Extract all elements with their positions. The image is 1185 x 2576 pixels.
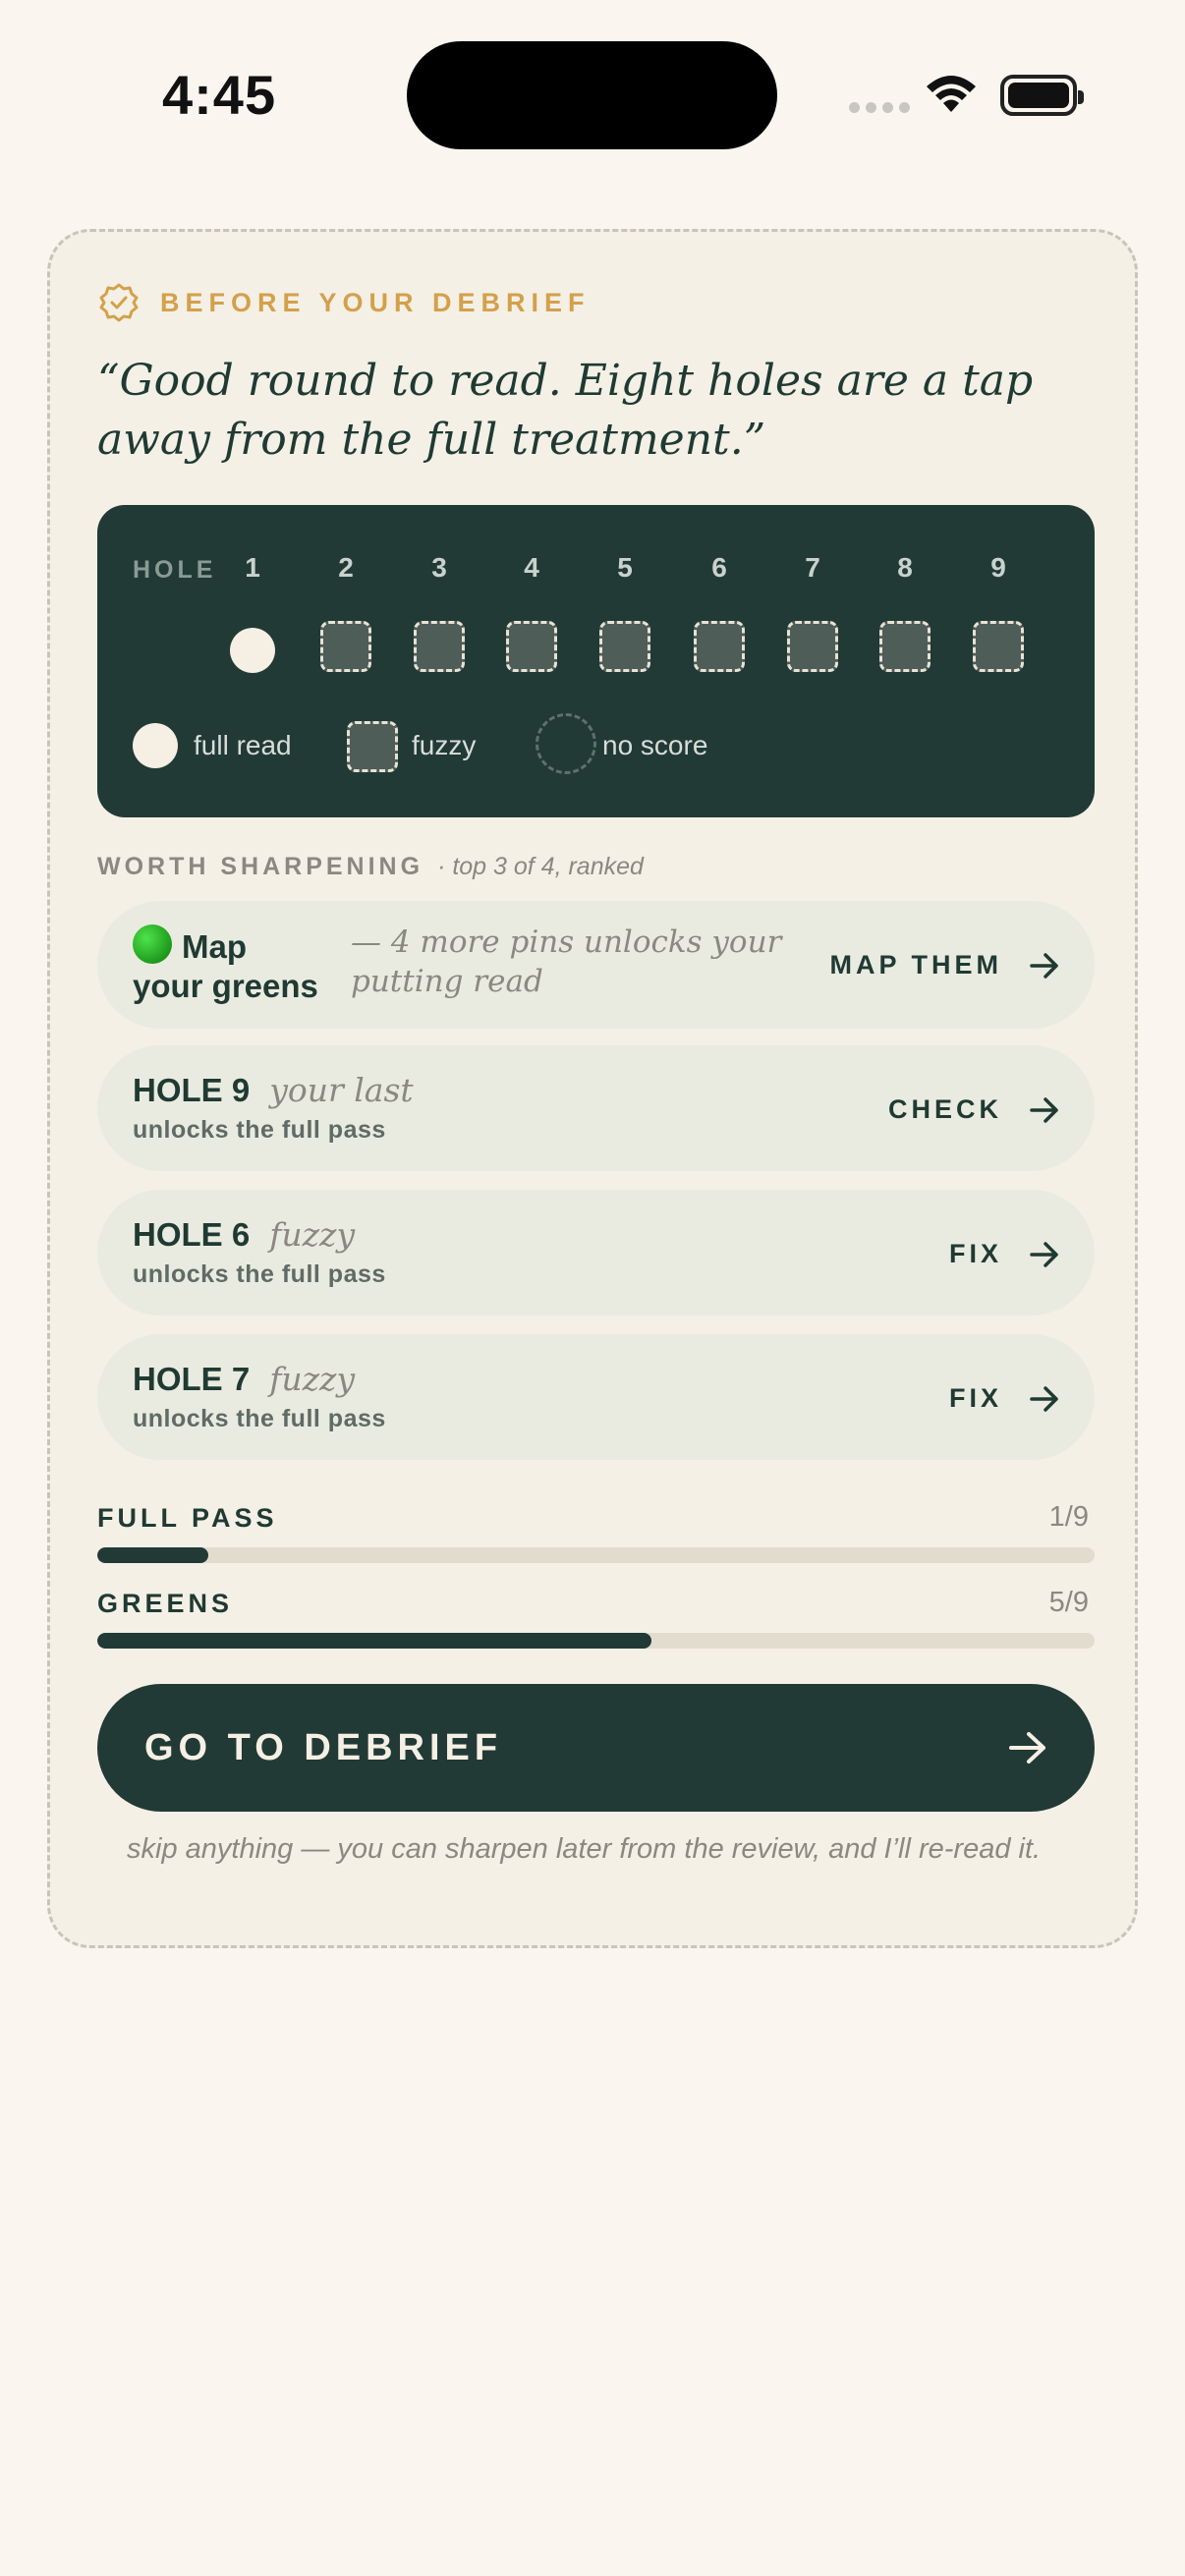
go-to-debrief-button[interactable]: GO TO DEBRIEF xyxy=(97,1684,1095,1812)
greens-value: 5/9 xyxy=(1048,1587,1089,1618)
arrow-right-icon xyxy=(1030,1241,1058,1267)
hole-fuzzy-marker[interactable] xyxy=(787,621,838,672)
full-pass-label: FULL PASS xyxy=(97,1503,278,1533)
map-greens-title-line2: your greens xyxy=(133,968,318,1004)
sharpen-item-subtitle: unlocks the full pass xyxy=(133,1260,386,1288)
sharpen-item-subtitle: unlocks the full pass xyxy=(133,1116,386,1144)
sharpen-item-action-button[interactable]: CHECK xyxy=(888,1094,1059,1125)
hole-number: 2 xyxy=(338,552,354,583)
full-pass-progress-fill xyxy=(97,1547,208,1563)
sharpen-header: WORTH SHARPENING · top 3 of 4, ranked xyxy=(97,853,644,881)
sharpen-title: WORTH SHARPENING xyxy=(97,853,424,880)
sharpen-item-title: HOLE 7 fuzzy xyxy=(133,1360,355,1398)
eyebrow: BEFORE YOUR DEBRIEF xyxy=(99,283,591,322)
sharpen-item-hole[interactable]: HOLE 9 your last unlocks the full pass CHEC… xyxy=(97,1045,1095,1171)
legend: full read fuzzy no score xyxy=(133,713,1017,776)
hole-grid-panel: HOLE 1 2 3 4 5 6 7 8 9 full read fuzzy no score xyxy=(97,505,1095,817)
sharpen-item-tag: fuzzy xyxy=(269,1215,356,1254)
eyebrow-label: BEFORE YOUR DEBRIEF xyxy=(160,287,591,317)
sharpen-subtitle: · top 3 of 4, ranked xyxy=(437,853,644,880)
footnote: skip anything — you can sharpen later fr… xyxy=(127,1833,1042,1865)
hole-number: 3 xyxy=(431,552,447,583)
sharpen-item-hole-label: HOLE 9 xyxy=(133,1072,251,1108)
greens-progress-fill xyxy=(97,1633,652,1649)
legend-fuzzy-icon xyxy=(347,721,398,772)
sharpen-item-tag: fuzzy xyxy=(269,1360,356,1398)
hole-number: 5 xyxy=(617,552,633,583)
hole-number: 9 xyxy=(990,552,1006,583)
hole-fuzzy-marker[interactable] xyxy=(320,621,371,672)
sharpen-item-action-button[interactable]: FIX xyxy=(949,1239,1059,1269)
sharpen-item-tag: your last xyxy=(269,1071,414,1109)
sharpen-item-subtitle: unlocks the full pass xyxy=(133,1405,386,1432)
verified-badge-icon xyxy=(99,283,139,322)
sharpen-item-hole[interactable]: HOLE 6 fuzzy unlocks the full pass FIX xyxy=(97,1190,1095,1316)
hole-number: 4 xyxy=(524,552,539,583)
map-greens-description: — 4 more pins unlocks your putting read xyxy=(351,924,782,999)
greens-label: GREENS xyxy=(97,1589,234,1618)
wifi-icon xyxy=(927,76,976,112)
hole-label: HOLE xyxy=(133,556,217,584)
caddie-quote: “Good round to read. Eight holes are a t… xyxy=(97,356,1034,465)
debrief-card: BEFORE YOUR DEBRIEF “Good round to read.… xyxy=(47,229,1138,1948)
arrow-right-icon xyxy=(1030,1096,1058,1123)
hole-number: 1 xyxy=(245,552,260,583)
map-them-button[interactable]: MAP THEM xyxy=(829,950,1059,980)
sharpen-item-action-label: FIX xyxy=(948,1383,1002,1413)
map-greens-title-line1: Map xyxy=(182,928,247,965)
map-greens-row[interactable]: Map your greens — 4 more pins unlocks yo… xyxy=(97,901,1095,1029)
hole-number: 8 xyxy=(897,552,913,583)
hole-full-read-marker[interactable] xyxy=(230,628,275,673)
hole-fuzzy-marker[interactable] xyxy=(414,621,465,672)
battery-icon xyxy=(1000,75,1084,116)
go-to-debrief-label: GO TO DEBRIEF xyxy=(144,1727,503,1768)
sharpen-item-hole-label: HOLE 7 xyxy=(133,1361,251,1397)
status-time: 4:45 xyxy=(162,64,277,126)
legend-no-score-label: no score xyxy=(602,730,708,760)
hole-number: 6 xyxy=(711,552,727,583)
green-circle-icon xyxy=(133,924,172,964)
hole-fuzzy-marker[interactable] xyxy=(694,621,745,672)
legend-full-read-label: full read xyxy=(194,730,292,760)
greens-progress xyxy=(97,1633,1095,1649)
sharpen-item-action-label: CHECK xyxy=(887,1094,1002,1124)
legend-fuzzy-label: fuzzy xyxy=(412,730,477,760)
hole-fuzzy-marker[interactable] xyxy=(973,621,1024,672)
sharpen-item-hole[interactable]: HOLE 7 fuzzy unlocks the full pass FIX xyxy=(97,1334,1095,1460)
hole-fuzzy-marker[interactable] xyxy=(599,621,650,672)
map-greens-title: Map your greens xyxy=(133,924,318,1006)
dynamic-island xyxy=(407,41,777,149)
cellular-signal-icon xyxy=(849,102,910,113)
sharpen-item-title: HOLE 9 your last xyxy=(133,1071,414,1109)
arrow-right-icon xyxy=(1030,1385,1058,1412)
full-pass-value: 1/9 xyxy=(1048,1501,1089,1533)
map-them-label: MAP THEM xyxy=(829,950,1002,980)
sharpen-item-title: HOLE 6 fuzzy xyxy=(133,1215,355,1254)
full-pass-progress xyxy=(97,1547,1095,1563)
sharpen-item-action-label: FIX xyxy=(948,1239,1002,1268)
hole-fuzzy-marker[interactable] xyxy=(879,621,931,672)
hole-number: 7 xyxy=(805,552,820,583)
sharpen-item-hole-label: HOLE 6 xyxy=(133,1216,251,1253)
hole-fuzzy-marker[interactable] xyxy=(506,621,557,672)
sharpen-item-action-button[interactable]: FIX xyxy=(949,1383,1059,1414)
legend-full-read-icon xyxy=(133,723,178,768)
status-bar: 4:45 xyxy=(0,0,1185,187)
arrow-right-icon xyxy=(1030,952,1058,979)
legend-no-score-icon xyxy=(536,713,596,774)
arrow-right-icon xyxy=(1009,1732,1045,1764)
